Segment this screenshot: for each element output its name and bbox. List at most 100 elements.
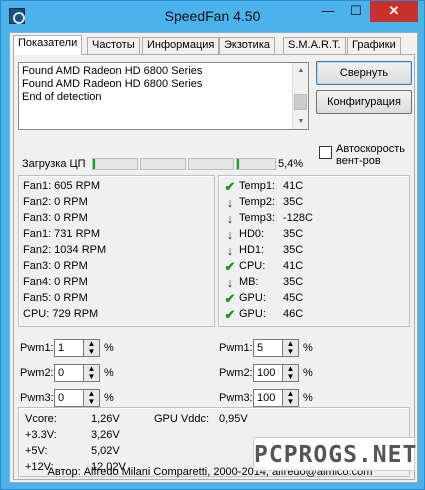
checkmark-icon: ✔ [224, 179, 236, 194]
temp-name: HD0: [239, 228, 265, 240]
fan-reading: Fan1: 605 RPM [23, 180, 101, 192]
minimize-window-button[interactable]: — [314, 1, 342, 22]
temp-value: 45C [283, 292, 304, 304]
detection-log[interactable]: Found AMD Radeon HD 6800 Series Found AM… [18, 62, 309, 130]
temp-name: CPU: [239, 260, 266, 272]
pwm-spinner[interactable]: 0 ▲ ▼ [54, 389, 100, 407]
fan-reading: Fan1: 731 RPM [23, 228, 101, 240]
pwm-spinner[interactable]: 100 ▲ ▼ [253, 389, 299, 407]
close-window-button[interactable]: ✕ [370, 1, 418, 22]
voltage-value: 1,26V [91, 413, 120, 425]
cpu-load-bar [140, 158, 186, 170]
app-window: SpeedFan 4.50 — ☐ ✕ Показатели Частоты И… [0, 0, 425, 490]
fan-reading: Fan3: 0 RPM [23, 260, 88, 272]
spin-arrows-icon[interactable]: ▲ ▼ [282, 390, 298, 406]
tab-clock[interactable]: Частоты [87, 37, 140, 54]
readings-panel: Found AMD Radeon HD 6800 Series Found AM… [13, 54, 415, 480]
cpu-load-bar-fill [237, 159, 240, 169]
fan-speeds-panel: Fan1: 605 RPM Fan2: 0 RPM Fan3: 0 RPM Fa… [18, 175, 215, 327]
scroll-down-arrow-icon[interactable]: ▼ [293, 114, 309, 129]
log-line: Found AMD Radeon HD 6800 Series [22, 78, 203, 90]
pwm-value: 1 [58, 342, 65, 354]
auto-fan-speed-label: Автоскорость вент-ров [336, 143, 406, 167]
scroll-up-arrow-icon[interactable]: ▲ [293, 63, 309, 78]
pwm-label: Pwm2: [219, 367, 253, 379]
temp-name: Temp1: [239, 180, 276, 192]
pwm-value: 0 [58, 367, 65, 379]
down-arrow-icon: ↓ [226, 227, 234, 242]
gpu-vddc-name: GPU Vddc: [154, 413, 210, 425]
maximize-window-button[interactable]: ☐ [342, 1, 370, 22]
temp-value: -128C [283, 212, 313, 224]
temp-value: 41C [283, 260, 304, 272]
voltage-name: +3.3V: [25, 429, 57, 441]
pwm-value: 0 [58, 392, 65, 404]
minimize-button[interactable]: Свернуть [316, 61, 412, 85]
fan-reading: Fan5: 0 RPM [23, 292, 88, 304]
auto-fan-speed-checkbox[interactable] [319, 146, 332, 159]
checkmark-icon: ✔ [224, 259, 236, 274]
voltage-name: Vcore: [25, 413, 57, 425]
fan-reading: Fan2: 1034 RPM [23, 244, 107, 256]
spin-arrows-icon[interactable]: ▲ ▼ [83, 390, 99, 406]
tab-smart[interactable]: S.M.A.R.T. [283, 37, 346, 54]
pwm-value: 100 [257, 392, 276, 404]
pwm-label: Pwm3: [219, 392, 253, 404]
pwm-spinner[interactable]: 0 ▲ ▼ [54, 364, 100, 382]
temp-name: HD1: [239, 244, 265, 256]
percent-sign: % [104, 392, 114, 404]
temp-name: GPU: [239, 292, 266, 304]
pwm-spinner[interactable]: 1 ▲ ▼ [54, 339, 100, 357]
scroll-thumb[interactable] [294, 94, 307, 110]
spin-arrows-icon[interactable]: ▲ ▼ [83, 365, 99, 381]
cpu-load-value: 5,4% [278, 158, 304, 170]
cpu-load-bar [188, 158, 234, 170]
spin-arrows-icon[interactable]: ▲ ▼ [282, 365, 298, 381]
log-scrollbar[interactable]: ▲ ▼ [292, 63, 308, 129]
percent-sign: % [303, 367, 313, 379]
down-arrow-icon: ↓ [226, 211, 234, 226]
temp-value: 35C [283, 228, 304, 240]
title-bar[interactable]: SpeedFan 4.50 — ☐ ✕ [1, 1, 424, 31]
tab-charts[interactable]: Графики [347, 37, 401, 54]
voltage-value: 5,02V [91, 445, 120, 457]
voltage-name: +5V: [25, 445, 48, 457]
pwm-value: 5 [257, 342, 264, 354]
percent-sign: % [104, 367, 114, 379]
down-arrow-icon: ↓ [226, 243, 234, 258]
spin-arrows-icon[interactable]: ▲ ▼ [282, 340, 298, 356]
spin-arrows-icon[interactable]: ▲ ▼ [83, 340, 99, 356]
tab-exotics[interactable]: Экзотика [219, 37, 275, 54]
temp-value: 35C [283, 244, 304, 256]
watermark: PCPROGS.NET [253, 437, 416, 471]
pwm-spinner[interactable]: 5 ▲ ▼ [253, 339, 299, 357]
configure-button[interactable]: Конфигурация [316, 90, 412, 114]
fan-reading: CPU: 729 RPM [23, 308, 99, 320]
temp-value: 35C [283, 196, 304, 208]
cpu-load-bar [236, 158, 276, 170]
pwm-spinner[interactable]: 100 ▲ ▼ [253, 364, 299, 382]
voltage-value: 3,26V [91, 429, 120, 441]
percent-sign: % [104, 342, 114, 354]
temp-value: 41C [283, 180, 304, 192]
client-area: Показатели Частоты Информация Экзотика S… [9, 32, 418, 483]
pwm-value: 100 [257, 367, 276, 379]
temp-name: MB: [239, 276, 259, 288]
fan-reading: Fan3: 0 RPM [23, 212, 88, 224]
pwm-label: Pwm2: [20, 367, 54, 379]
percent-sign: % [303, 342, 313, 354]
tab-readings[interactable]: Показатели [13, 35, 83, 55]
percent-sign: % [303, 392, 313, 404]
temp-value: 46C [283, 308, 304, 320]
temp-name: Temp3: [239, 212, 276, 224]
temp-name: GPU: [239, 308, 266, 320]
temperatures-panel: ✔ Temp1: 41C ↓ Temp2: 35C ↓ Temp3: -128C… [218, 175, 410, 327]
log-line: End of detection [22, 91, 102, 103]
log-line: Found AMD Radeon HD 6800 Series [22, 65, 203, 77]
pwm-label: Pwm1: [219, 342, 253, 354]
gpu-vddc-value: 0,95V [219, 413, 248, 425]
checkmark-icon: ✔ [224, 291, 236, 306]
temp-value: 35C [283, 276, 304, 288]
tab-info[interactable]: Информация [142, 37, 220, 54]
checkmark-icon: ✔ [224, 307, 236, 322]
